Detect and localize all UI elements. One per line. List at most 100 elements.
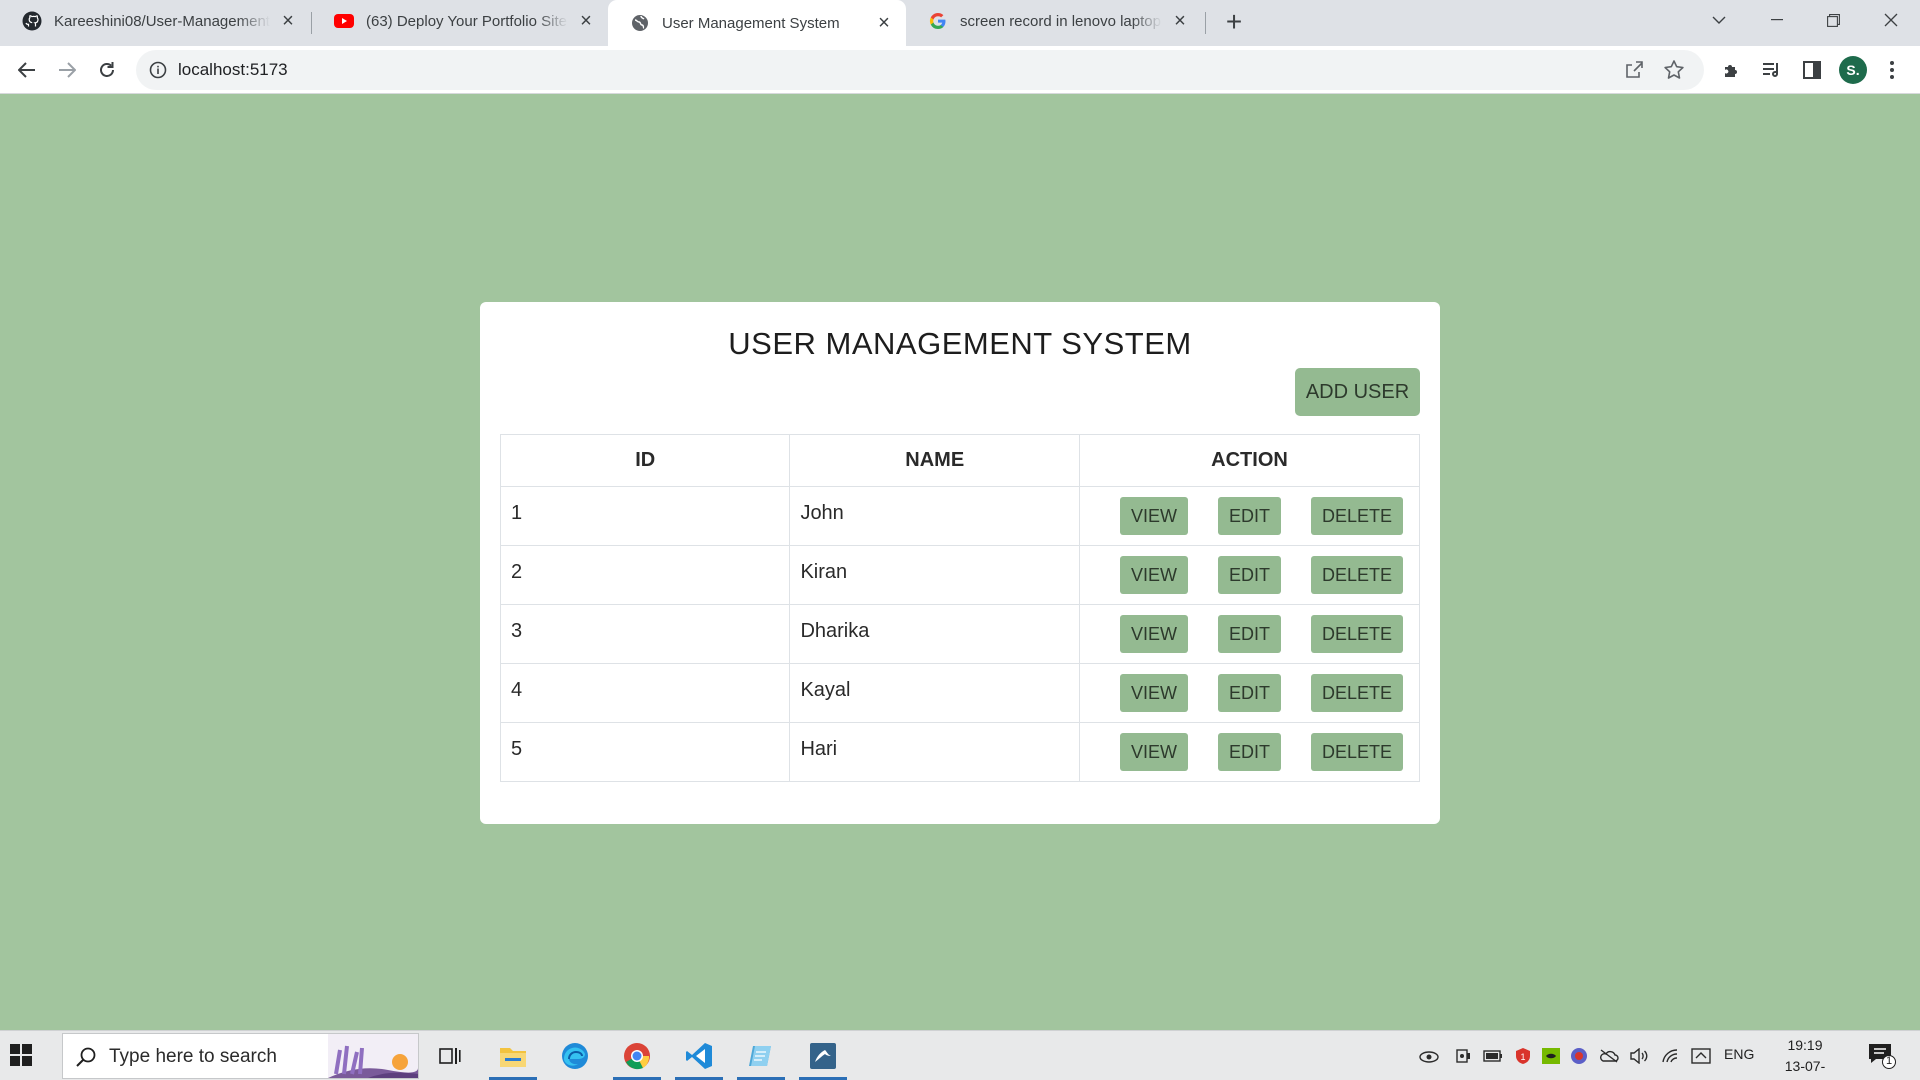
user-name-cell: Kiran [789, 545, 1080, 605]
display-project-icon[interactable] [1690, 1045, 1712, 1067]
delete-user-button[interactable]: DELETE [1311, 497, 1404, 535]
close-icon[interactable]: × [278, 10, 298, 32]
globe-icon [630, 13, 650, 33]
tab-search-chevron-icon[interactable] [1696, 0, 1742, 40]
column-header-action: ACTION [1079, 434, 1420, 487]
actions-cell: VIEW EDIT DELETE [1079, 663, 1420, 723]
address-bar[interactable]: localhost:5173 [136, 50, 1704, 90]
windows-taskbar: Type here to search 1 ENG 19:19 13-07- 1 [0, 1030, 1920, 1080]
table-row: 3 Dharika VIEW EDIT DELETE [499, 604, 1420, 664]
wifi-icon[interactable] [1660, 1045, 1682, 1067]
tab-title: User Management System [662, 14, 840, 32]
delete-user-button[interactable]: DELETE [1311, 556, 1404, 594]
edge-browser-icon[interactable] [545, 1031, 605, 1080]
onedrive-offline-icon[interactable] [1598, 1045, 1620, 1067]
clock-time: 19:19 [1787, 1037, 1823, 1053]
close-window-icon[interactable] [1868, 0, 1914, 40]
tab-user-management[interactable]: User Management System × [608, 0, 906, 46]
add-user-button[interactable]: ADD USER [1295, 368, 1420, 416]
reload-icon[interactable] [91, 54, 123, 86]
page-title: USER MANAGEMENT SYSTEM [728, 326, 1192, 361]
volume-icon[interactable] [1628, 1045, 1650, 1067]
close-icon[interactable]: × [576, 10, 596, 32]
taskbar-search-box[interactable]: Type here to search [62, 1033, 419, 1079]
delete-user-button[interactable]: DELETE [1311, 615, 1404, 653]
user-name-cell: Dharika [789, 604, 1080, 664]
view-user-button[interactable]: VIEW [1120, 556, 1189, 594]
delete-user-button[interactable]: DELETE [1311, 733, 1404, 771]
kebab-menu-icon[interactable] [1880, 58, 1904, 82]
bookmark-star-icon[interactable] [1662, 58, 1686, 82]
view-user-button[interactable]: VIEW [1120, 674, 1189, 712]
new-tab-button[interactable]: + [1218, 6, 1250, 38]
forward-arrow-icon[interactable] [51, 54, 83, 86]
tab-title: Kareeshini08/User-Management [54, 12, 270, 30]
notepad-icon[interactable] [731, 1031, 791, 1080]
back-arrow-icon[interactable] [11, 54, 43, 86]
mysql-workbench-icon[interactable] [793, 1031, 853, 1080]
close-icon[interactable]: × [874, 12, 894, 34]
battery-tray-icon[interactable] [1482, 1045, 1504, 1067]
tab-github[interactable]: Kareeshini08/User-Management × [0, 0, 310, 42]
share-icon[interactable] [1622, 58, 1646, 82]
user-id-cell: 1 [499, 486, 791, 546]
google-icon [928, 11, 948, 31]
actions-cell: VIEW EDIT DELETE [1079, 604, 1420, 664]
teams-tray-icon[interactable] [1568, 1045, 1590, 1067]
edit-user-button[interactable]: EDIT [1218, 615, 1282, 653]
column-header-id: ID [499, 434, 791, 487]
close-icon[interactable]: × [1170, 10, 1190, 32]
user-id-cell: 5 [499, 722, 791, 782]
extensions-puzzle-icon[interactable] [1720, 58, 1744, 82]
profile-avatar[interactable]: S. [1839, 56, 1867, 84]
search-placeholder: Type here to search [109, 1046, 277, 1067]
user-id-cell: 4 [499, 663, 791, 723]
view-user-button[interactable]: VIEW [1120, 497, 1189, 535]
user-management-card: USER MANAGEMENT SYSTEM ADD USER ID NAME … [480, 302, 1440, 824]
notification-center-icon[interactable]: 1 [1868, 1043, 1896, 1071]
task-view-icon[interactable] [420, 1031, 480, 1080]
media-queue-icon[interactable] [1760, 58, 1784, 82]
edit-user-button[interactable]: EDIT [1218, 674, 1282, 712]
tab-title: screen record in lenovo laptop - G [960, 12, 1162, 30]
tab-youtube[interactable]: (63) Deploy Your Portfolio Site to × [312, 0, 608, 42]
user-id-cell: 3 [499, 604, 791, 664]
actions-cell: VIEW EDIT DELETE [1079, 486, 1420, 546]
github-icon [22, 11, 42, 31]
windows-start-icon[interactable] [10, 1044, 34, 1068]
view-user-button[interactable]: VIEW [1120, 733, 1189, 771]
notification-count: 1 [1885, 1055, 1893, 1067]
file-explorer-icon[interactable] [483, 1031, 543, 1080]
clock-date: 13-07-2023 [1784, 1058, 1826, 1080]
url-text: localhost:5173 [178, 60, 288, 79]
user-id-cell: 2 [499, 545, 791, 605]
table-row: 4 Kayal VIEW EDIT DELETE [499, 663, 1420, 723]
minimize-icon[interactable] [1754, 0, 1800, 40]
search-icon [75, 1046, 97, 1068]
table-row: 1 John VIEW EDIT DELETE [499, 486, 1420, 546]
restore-icon[interactable] [1810, 0, 1856, 40]
edit-user-button[interactable]: EDIT [1218, 733, 1282, 771]
chrome-browser-icon[interactable] [607, 1031, 667, 1080]
table-row: 2 Kiran VIEW EDIT DELETE [499, 545, 1420, 605]
vscode-icon[interactable] [669, 1031, 729, 1080]
table-row: 5 Hari VIEW EDIT DELETE [499, 722, 1420, 782]
system-clock[interactable]: 19:19 13-07-2023 [1770, 1035, 1840, 1080]
side-panel-icon[interactable] [1800, 58, 1824, 82]
svg-text:1: 1 [1520, 1052, 1525, 1062]
site-info-icon[interactable] [148, 60, 168, 80]
input-language[interactable]: ENG [1724, 1046, 1754, 1062]
actions-cell: VIEW EDIT DELETE [1079, 545, 1420, 605]
delete-user-button[interactable]: DELETE [1311, 674, 1404, 712]
antivirus-tray-icon[interactable]: 1 [1512, 1045, 1534, 1067]
nvidia-tray-icon[interactable] [1540, 1045, 1562, 1067]
camera-tray-icon[interactable] [1452, 1045, 1474, 1067]
search-highlight-lavender-icon [328, 1034, 418, 1078]
browser-tab-strip: Kareeshini08/User-Management × (63) Depl… [0, 0, 1920, 46]
cloud-sync-icon[interactable] [1418, 1045, 1440, 1067]
tab-google-search[interactable]: screen record in lenovo laptop - G × [906, 0, 1202, 42]
view-user-button[interactable]: VIEW [1120, 615, 1189, 653]
user-name-cell: Kayal [789, 663, 1080, 723]
edit-user-button[interactable]: EDIT [1218, 556, 1282, 594]
edit-user-button[interactable]: EDIT [1218, 497, 1282, 535]
